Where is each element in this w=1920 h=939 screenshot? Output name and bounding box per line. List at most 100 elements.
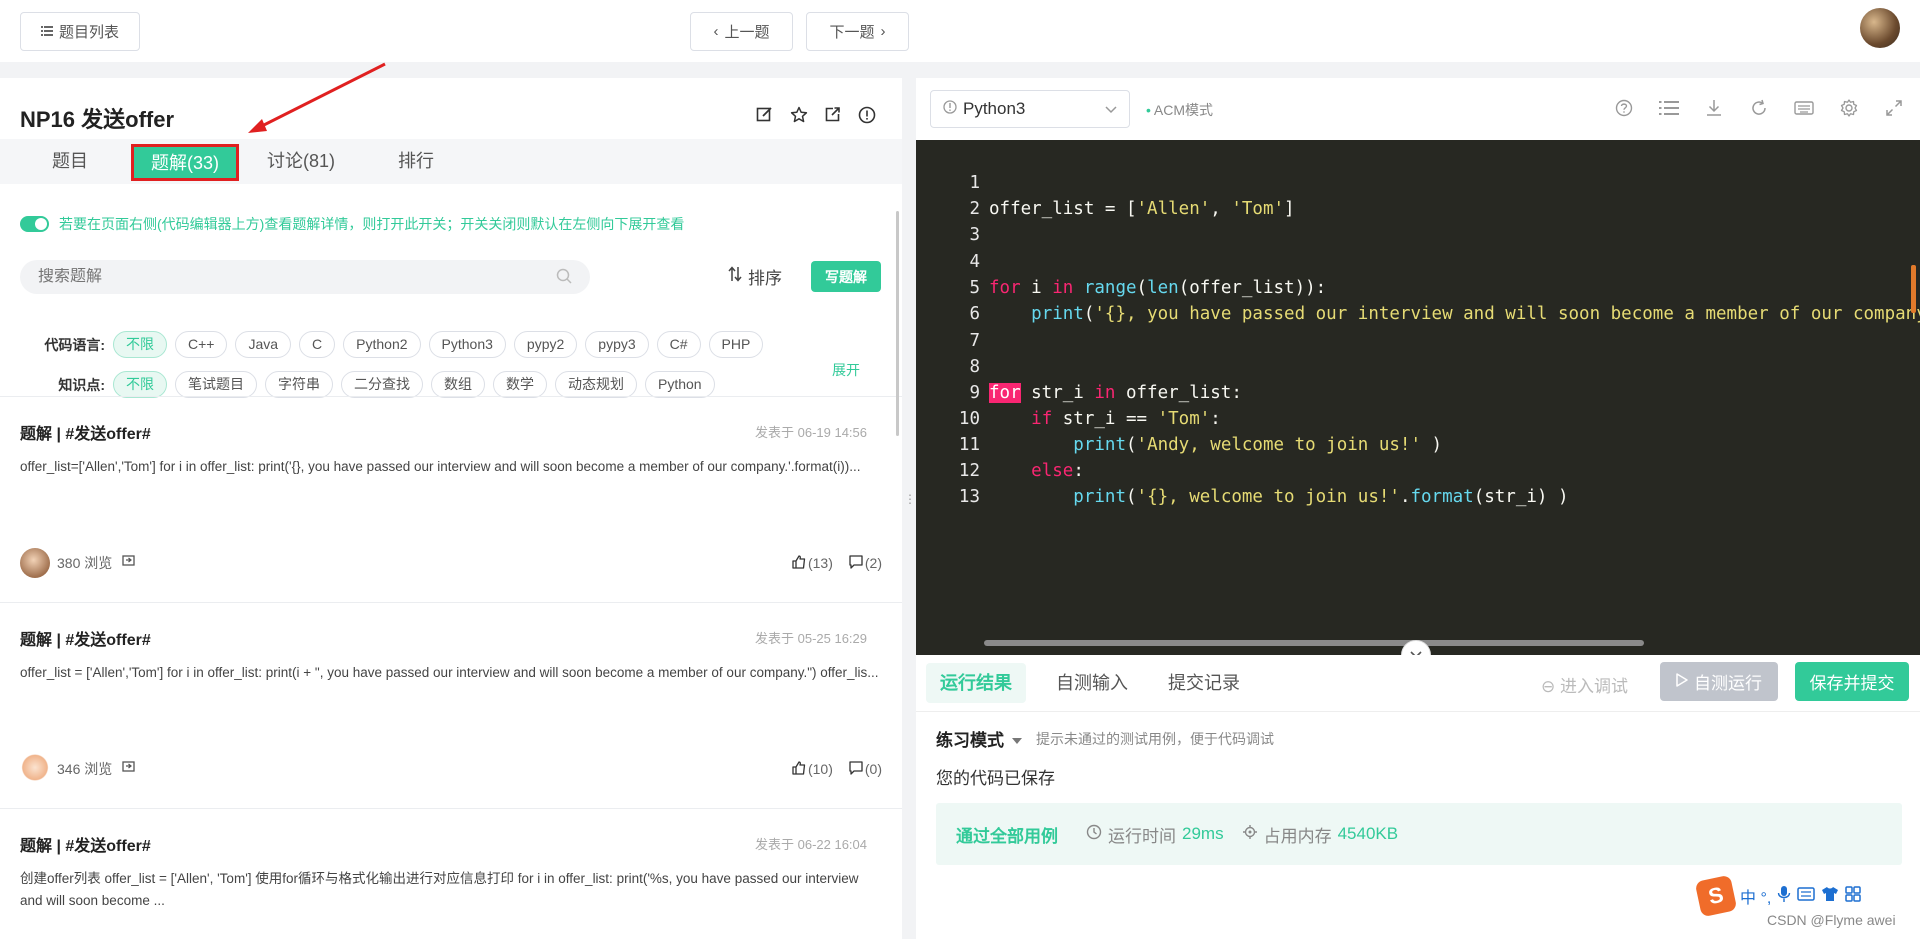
chevron-left-icon: ‹ (713, 23, 719, 40)
next-problem-button[interactable]: 下一题 › (806, 12, 909, 51)
tab-discussion[interactable]: 讨论(81) (267, 139, 335, 184)
editor-horizontal-scrollbar[interactable] (984, 640, 1644, 646)
prev-problem-button[interactable]: ‹ 上一题 (690, 12, 793, 51)
self-test-run-button[interactable]: 自测运行 (1660, 662, 1778, 701)
like-button[interactable]: (13) (792, 554, 833, 572)
avatar[interactable] (20, 548, 50, 578)
avatar[interactable] (20, 754, 50, 784)
code-text: offer_list = ['Allen', 'Tom'] (989, 199, 1295, 219)
search-input[interactable] (38, 268, 556, 286)
comment-icon (849, 760, 863, 778)
topic-chip[interactable]: 数学 (493, 371, 547, 398)
topic-chip[interactable]: 数组 (431, 371, 485, 398)
keyboard-icon[interactable] (1793, 97, 1814, 118)
self-run-label: 自测运行 (1694, 674, 1762, 693)
grid-menu-icon[interactable] (1845, 885, 1862, 907)
user-avatar[interactable] (1860, 8, 1900, 48)
tab-problem[interactable]: 题目 (52, 139, 88, 184)
caret-down-icon[interactable] (1012, 731, 1022, 747)
comment-button[interactable]: (2) (849, 554, 882, 572)
tab-ranking[interactable]: 排行 (398, 139, 434, 184)
topic-chip[interactable]: Python (645, 371, 715, 398)
practice-mode-select[interactable]: 练习模式 (936, 726, 1004, 751)
expand-topics-link[interactable]: 展开 (832, 360, 860, 380)
comment-icon (849, 554, 863, 572)
shirt-icon[interactable] (1821, 886, 1839, 907)
fullscreen-icon[interactable] (1883, 97, 1904, 118)
lang-chip[interactable]: pypy3 (585, 331, 649, 358)
share-icon[interactable] (122, 761, 136, 777)
write-solution-button[interactable]: 写题解 (811, 261, 881, 292)
code-editor[interactable]: 1 offer_list = ['Allen', 'Tom'] 2 3 4 fo… (916, 140, 1920, 655)
editor-scroll-marker[interactable] (1911, 265, 1916, 313)
like-button[interactable]: (10) (792, 760, 833, 778)
help-icon[interactable] (1613, 97, 1634, 118)
sort-icon (728, 266, 742, 287)
problem-list-button[interactable]: 题目列表 (20, 12, 140, 51)
lang-chip[interactable]: PHP (708, 331, 764, 358)
console-tabs: 运行结果 自测输入 提交记录 ⊖ 进入调试 自测运行 保存并提交 (916, 655, 1920, 712)
lang-chip[interactable]: Python3 (428, 331, 506, 358)
tab-run-result[interactable]: 运行结果 (926, 663, 1026, 703)
topic-chip[interactable]: 动态规划 (555, 371, 637, 398)
divider (0, 602, 902, 603)
acm-mode-label[interactable]: ACM模式 (1146, 100, 1213, 120)
left-scrollbar[interactable] (896, 211, 899, 436)
solution-view-toggle[interactable] (20, 216, 49, 232)
lang-chip[interactable]: C# (656, 331, 701, 358)
star-icon[interactable] (789, 105, 808, 124)
tab-custom-input[interactable]: 自测输入 (1042, 663, 1142, 703)
comment-button[interactable]: (0) (849, 760, 882, 778)
post-excerpt: offer_list = ['Allen','Tom'] for i in of… (20, 665, 879, 680)
save-and-submit-button[interactable]: 保存并提交 (1795, 662, 1909, 701)
info-icon[interactable] (857, 105, 876, 124)
info-icon (943, 99, 957, 119)
enter-debug-button[interactable]: ⊖ 进入调试 (1541, 672, 1628, 697)
all-cases-passed: 通过全部用例 (956, 826, 1058, 846)
lang-chip[interactable]: pypy2 (513, 331, 578, 358)
ime-mode-text[interactable]: 中 °, (1740, 884, 1771, 908)
ime-toolbar: S 中 °, (1694, 874, 1862, 918)
edit-icon[interactable] (755, 105, 774, 124)
thumb-up-icon (792, 760, 806, 778)
code-line: 9 if str_i == 'Tom': (916, 354, 1220, 429)
list-icon[interactable] (1658, 97, 1679, 118)
reload-icon[interactable] (1748, 97, 1769, 118)
list-icon (40, 23, 53, 40)
topic-chip[interactable]: 二分查找 (341, 371, 423, 398)
lang-chip[interactable]: 不限 (113, 331, 167, 358)
code-line: 1 offer_list = ['Allen', 'Tom'] (916, 144, 1294, 219)
thumb-up-icon (792, 554, 806, 572)
code-line: 10 print('Andy, welcome to join us!' ) (916, 380, 1442, 455)
share-link-icon[interactable] (823, 105, 842, 124)
language-filter-label: 代码语言: (44, 336, 105, 353)
lang-chip[interactable]: C++ (175, 331, 228, 358)
csdn-watermark: CSDN @Flyme awei (1767, 912, 1896, 928)
settings-icon[interactable] (1838, 97, 1859, 118)
lang-chip[interactable]: Python2 (343, 331, 421, 358)
panel-resize-handle[interactable]: ⋮ (904, 493, 916, 505)
search-icon[interactable] (556, 268, 572, 287)
topic-chip[interactable]: 笔试题目 (175, 371, 257, 398)
comment-count: (2) (864, 555, 882, 571)
post-title[interactable]: 题解 | #发送offer# (20, 420, 151, 444)
topic-chip[interactable]: 不限 (113, 371, 167, 398)
lang-chip[interactable]: C (299, 331, 336, 358)
sogou-logo-icon[interactable]: S (1694, 874, 1738, 918)
post-views: 380 浏览 (57, 555, 113, 571)
microphone-icon[interactable] (1777, 885, 1791, 908)
share-icon[interactable] (122, 555, 136, 571)
code-line: 11 else: (916, 406, 1084, 481)
tab-submission-history[interactable]: 提交记录 (1154, 663, 1254, 703)
post-title[interactable]: 题解 | #发送offer# (20, 626, 151, 650)
tab-solutions[interactable]: 题解(33) (131, 144, 240, 181)
download-icon[interactable] (1703, 97, 1724, 118)
sort-button[interactable]: 排序 (728, 264, 782, 289)
post-title[interactable]: 题解 | #发送offer# (20, 832, 151, 856)
language-select[interactable]: Python3 (930, 90, 1130, 128)
keyboard-icon[interactable] (1797, 886, 1816, 906)
lang-chip[interactable]: Java (235, 331, 292, 358)
topic-chip[interactable]: 字符串 (265, 371, 333, 398)
divider (0, 808, 902, 809)
topic-filter: 知识点: 不限 笔试题目 字符串 二分查找 数组 数学 动态规划 Python (0, 371, 723, 398)
